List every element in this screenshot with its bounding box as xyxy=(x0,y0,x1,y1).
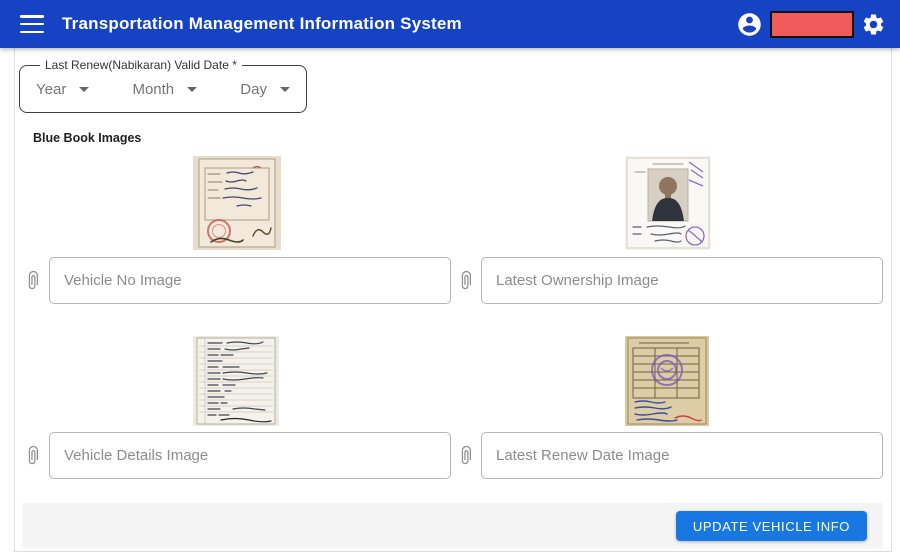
latest-renew-date-thumbnail xyxy=(625,336,709,426)
dropdown-arrow-icon xyxy=(279,87,290,92)
vehicle-details-thumbnail xyxy=(193,336,279,426)
date-fieldset-legend: Last Renew(Nabikaran) Valid Date * xyxy=(45,58,237,72)
app-header: Transportation Management Information Sy… xyxy=(0,0,900,48)
account-circle-icon xyxy=(738,12,761,36)
month-select[interactable]: Month xyxy=(132,81,198,98)
year-select-value: Year xyxy=(36,81,67,98)
update-vehicle-info-button[interactable]: UPDATE VEHICLE INFO xyxy=(675,511,867,541)
app-title: Transportation Management Information Sy… xyxy=(62,14,462,33)
attachment-icon xyxy=(461,445,471,465)
year-select[interactable]: Year xyxy=(36,81,90,98)
latest-ownership-image-input[interactable] xyxy=(481,257,883,304)
attachment-icon xyxy=(461,270,471,290)
date-fieldset: Last Renew(Nabikaran) Valid Date * Year … xyxy=(19,58,307,113)
footer-bar: UPDATE VEHICLE INFO xyxy=(23,503,883,548)
content-card: Last Renew(Nabikaran) Valid Date * Year … xyxy=(14,48,892,552)
section-label-blue-book-images: Blue Book Images xyxy=(33,131,142,145)
attach-vehicle-no-button[interactable] xyxy=(23,266,43,294)
attach-vehicle-details-button[interactable] xyxy=(23,441,43,469)
vehicle-no-image-input[interactable] xyxy=(49,257,451,304)
attachment-icon xyxy=(28,445,38,465)
account-button[interactable] xyxy=(736,11,763,38)
redacted-username xyxy=(770,10,854,38)
day-select[interactable]: Day xyxy=(240,81,290,98)
vehicle-no-thumbnail xyxy=(193,156,281,250)
gear-icon xyxy=(863,14,884,34)
attachment-icon xyxy=(28,270,38,290)
dropdown-arrow-icon xyxy=(187,87,198,92)
dropdown-arrow-icon xyxy=(79,87,90,92)
month-select-value: Month xyxy=(132,81,175,98)
latest-ownership-thumbnail xyxy=(625,156,711,250)
attach-latest-ownership-button[interactable] xyxy=(456,266,476,294)
attach-latest-renew-date-button[interactable] xyxy=(456,441,476,469)
latest-renew-date-image-input[interactable] xyxy=(481,432,883,479)
settings-button[interactable] xyxy=(861,12,886,37)
menu-button[interactable] xyxy=(20,15,44,33)
page: Transportation Management Information Sy… xyxy=(0,0,900,560)
vehicle-details-image-input[interactable] xyxy=(49,432,451,479)
day-select-value: Day xyxy=(240,81,267,98)
menu-icon xyxy=(20,15,44,18)
